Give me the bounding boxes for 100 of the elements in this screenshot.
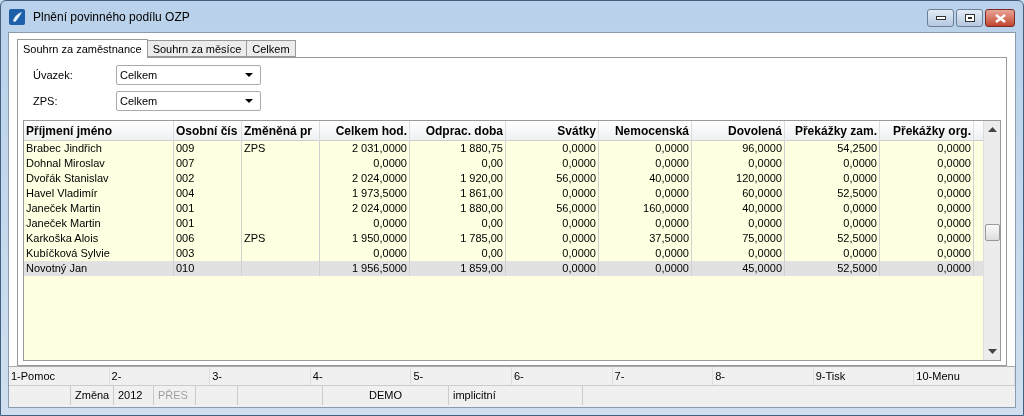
table-cell: 0,0000 <box>937 143 971 154</box>
dropdown[interactable]: Celkem <box>116 91 261 111</box>
table-cell: 0,0000 <box>373 248 407 259</box>
table-cell: Kubíčková Sylvie <box>26 248 110 259</box>
table-cell: 0,0000 <box>562 143 596 154</box>
table-cell: 40,0000 <box>742 203 782 214</box>
table-cell: 56,0000 <box>556 173 596 184</box>
table-cell: 0,0000 <box>655 248 689 259</box>
table-cell: 0,0000 <box>562 158 596 169</box>
table-row[interactable]: Novotný Jan 010 1 956,5000 1 859,00 0,0000 0,0000 45,0000 52,5000 0,0000 <box>24 261 983 276</box>
function-key[interactable]: 4- <box>310 367 412 385</box>
table-cell: 60,0000 <box>742 188 782 199</box>
function-key[interactable]: 5- <box>411 367 512 385</box>
tab[interactable]: Celkem <box>246 40 296 57</box>
table-cell: Dohnal Miroslav <box>26 158 105 169</box>
table-cell: 96,0000 <box>742 143 782 154</box>
table-cell: 0,00 <box>481 218 503 229</box>
table-cell: 0,0000 <box>748 158 782 169</box>
status-text: Změna <box>75 388 110 404</box>
table-cell: 0,0000 <box>937 263 971 274</box>
table-cell: 0,0000 <box>748 218 782 229</box>
table-cell: 40,0000 <box>649 173 689 184</box>
table-cell: 0,0000 <box>655 158 689 169</box>
function-key[interactable]: 2- <box>109 367 211 385</box>
table-cell: 1 861,00 <box>460 188 503 199</box>
table-cell: 2 031,0000 <box>351 143 407 154</box>
table-cell: 1 920,00 <box>460 173 503 184</box>
table-cell: Novotný Jan <box>26 263 88 274</box>
table-cell: 0,0000 <box>562 188 596 199</box>
table-cell: ZPS <box>244 143 266 154</box>
function-key[interactable]: 3- <box>210 367 311 385</box>
table-cell: Janeček Martin <box>26 203 101 214</box>
table-cell: 0,0000 <box>748 248 782 259</box>
table-cell: 0,0000 <box>937 203 971 214</box>
table-cell: 75,0000 <box>742 233 782 244</box>
table-cell: 003 <box>176 248 195 259</box>
field-label: ZPS: <box>33 93 59 109</box>
table-cell: Dvořák Stanislav <box>26 173 109 184</box>
status-text: PŘES <box>158 388 188 404</box>
table-cell: 004 <box>176 188 195 199</box>
table-cell: 120,0000 <box>736 173 782 184</box>
table-cell: 0,0000 <box>843 218 877 229</box>
table-cell: 001 <box>176 203 195 214</box>
table-cell: 0,0000 <box>655 143 689 154</box>
table-cell: 001 <box>176 218 195 229</box>
table-cell: 0,0000 <box>562 248 596 259</box>
table-cell: 0,0000 <box>843 248 877 259</box>
table-cell: 1 880,75 <box>460 143 503 154</box>
table-cell: 0,0000 <box>562 218 596 229</box>
table-cell: 0,0000 <box>937 158 971 169</box>
table-cell: 54,2500 <box>837 143 877 154</box>
table-cell: 0,0000 <box>937 173 971 184</box>
status-text: implicitní <box>453 388 496 404</box>
table-cell: 0,0000 <box>655 218 689 229</box>
table-cell: 1 956,5000 <box>351 263 407 274</box>
function-key[interactable]: 7- <box>612 367 714 385</box>
table-cell: 0,0000 <box>655 188 689 199</box>
status-text: DEMO <box>369 388 402 404</box>
table-cell: 0,0000 <box>843 158 877 169</box>
table-cell: 0,0000 <box>373 218 407 229</box>
table-cell: 0,0000 <box>562 233 596 244</box>
tab[interactable]: Souhrn za měsíce <box>146 40 248 57</box>
table-cell: 0,0000 <box>937 218 971 229</box>
table-cell: 160,0000 <box>643 203 689 214</box>
table-cell: 52,5000 <box>837 263 877 274</box>
status-text: 2012 <box>118 388 143 404</box>
table-cell: 37,5000 <box>649 233 689 244</box>
table-cell: 0,0000 <box>937 248 971 259</box>
table-cell: Havel Vladimír <box>26 188 98 199</box>
table-cell: 1 859,00 <box>460 263 503 274</box>
table-cell: 56,0000 <box>556 203 596 214</box>
table-cell: 52,5000 <box>837 188 877 199</box>
table-cell: 1 950,0000 <box>351 233 407 244</box>
table-cell: 1 880,00 <box>460 203 503 214</box>
window-title: Plnění povinného podílu OZP <box>33 8 190 26</box>
function-key[interactable]: 8- <box>713 367 814 385</box>
table-cell: 0,00 <box>481 248 503 259</box>
function-key[interactable]: 6- <box>511 367 613 385</box>
function-key[interactable]: 10-Menu <box>914 367 1015 385</box>
table-cell: 52,5000 <box>837 233 877 244</box>
table-cell: 002 <box>176 173 195 184</box>
table-cell: 1 973,5000 <box>351 188 407 199</box>
table-cell: ZPS <box>244 233 266 244</box>
field-label: Úvazek: <box>33 67 74 83</box>
table-cell: Janeček Martin <box>26 218 101 229</box>
table-cell: 0,0000 <box>937 233 971 244</box>
table-cell: 0,0000 <box>937 188 971 199</box>
dropdown[interactable]: Celkem <box>116 65 261 85</box>
table-cell: 0,00 <box>481 158 503 169</box>
table-cell: 45,0000 <box>742 263 782 274</box>
table-cell: 2 024,0000 <box>351 173 407 184</box>
table-cell: Karkoška Alois <box>26 233 99 244</box>
table-cell: 0,0000 <box>655 263 689 274</box>
table-cell: 2 024,0000 <box>351 203 407 214</box>
tab[interactable]: Souhrn za zaměstnance <box>17 39 148 58</box>
table-cell: 006 <box>176 233 195 244</box>
table-cell: 0,0000 <box>373 158 407 169</box>
function-key[interactable]: 1-Pomoc <box>9 367 110 385</box>
table-cell: 007 <box>176 158 195 169</box>
function-key[interactable]: 9-Tisk <box>813 367 915 385</box>
